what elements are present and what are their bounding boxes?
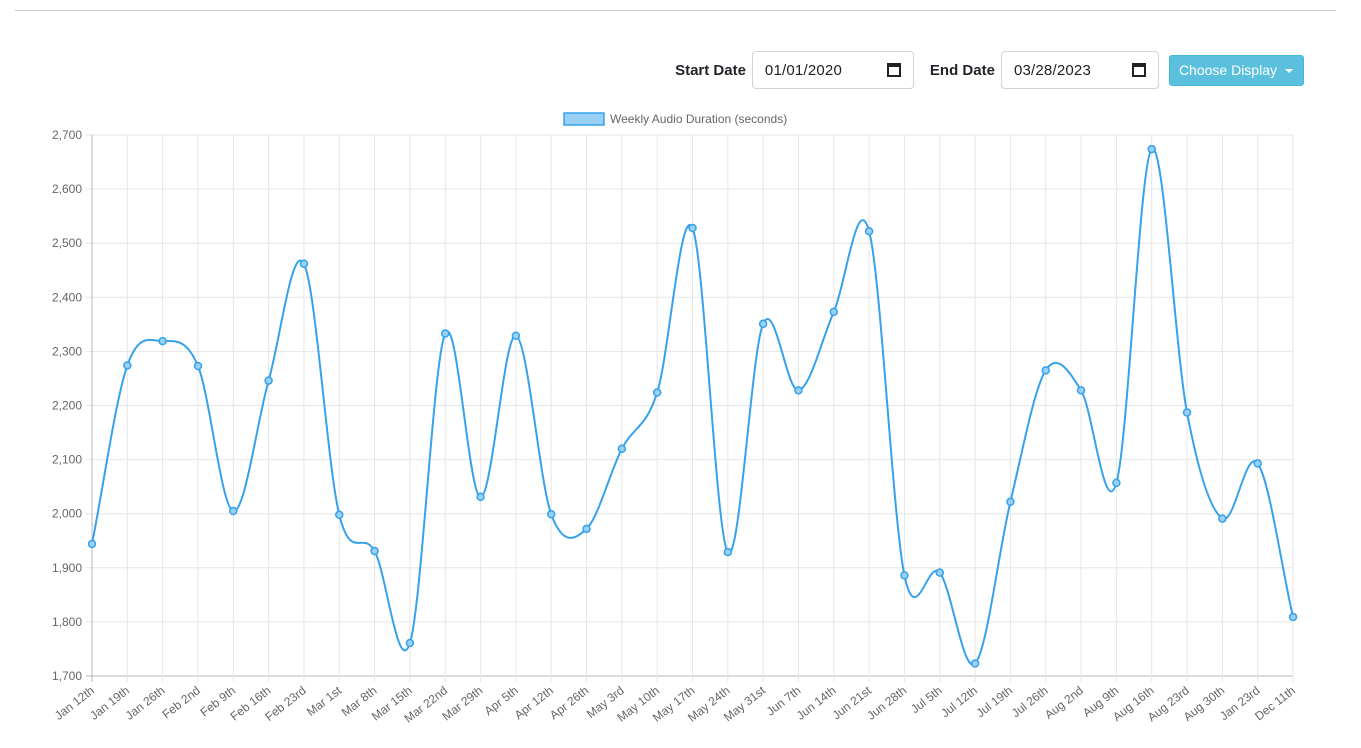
y-tick-label: 2,700 — [52, 128, 82, 142]
data-point[interactable] — [1041, 366, 1050, 375]
data-point[interactable] — [829, 307, 839, 317]
data-point[interactable] — [264, 376, 273, 385]
data-point[interactable] — [1112, 478, 1121, 488]
y-tick-label: 2,000 — [52, 507, 82, 521]
data-point[interactable] — [476, 492, 485, 502]
x-tick-label: Jul 12th — [938, 683, 980, 720]
y-tick-label: 2,500 — [52, 236, 82, 250]
y-tick-label: 1,800 — [52, 615, 82, 629]
x-tick-label: Jan 26th — [123, 683, 168, 722]
x-tick-label: Apr 12th — [512, 683, 556, 722]
y-tick-label: 2,600 — [52, 182, 82, 196]
x-tick-label: Dec 11th — [1252, 683, 1298, 723]
data-point[interactable] — [1182, 408, 1192, 417]
y-tick-label: 2,300 — [52, 344, 82, 358]
data-point[interactable] — [440, 329, 450, 338]
data-point[interactable] — [582, 524, 591, 534]
data-point[interactable] — [1147, 144, 1156, 154]
data-point[interactable] — [758, 319, 768, 329]
data-point[interactable] — [546, 509, 556, 519]
legend-label: Weekly Audio Duration (seconds) — [610, 112, 787, 126]
x-tick-label: Apr 26th — [547, 683, 591, 722]
data-point[interactable] — [299, 259, 309, 269]
data-point[interactable] — [652, 388, 662, 397]
x-tick-label: Jun 14th — [794, 683, 839, 722]
data-point[interactable] — [723, 547, 733, 557]
data-point[interactable] — [1253, 459, 1262, 468]
legend-swatch — [563, 112, 605, 126]
data-point[interactable] — [970, 659, 980, 668]
data-point[interactable] — [900, 571, 909, 580]
data-point[interactable] — [1288, 612, 1298, 622]
data-point[interactable] — [511, 331, 521, 340]
data-point[interactable] — [1006, 497, 1015, 507]
x-tick-label: Jul 19th — [974, 683, 1016, 720]
y-tick-label: 2,400 — [52, 290, 82, 304]
data-point[interactable] — [864, 227, 874, 236]
y-tick-label: 2,200 — [52, 399, 82, 413]
data-point[interactable] — [1076, 386, 1086, 395]
data-point[interactable] — [405, 638, 415, 648]
x-tick-label: Mar 29th — [439, 683, 485, 723]
data-point[interactable] — [158, 336, 167, 346]
data-point[interactable] — [1218, 514, 1227, 523]
data-point[interactable] — [123, 361, 132, 370]
x-tick-label: Mar 1st — [304, 683, 345, 719]
x-tick-label: Feb 2nd — [159, 683, 202, 721]
line-chart: 1,700 1,800 1,900 2,000 2,100 2,200 2,300 2,400… — [52, 112, 1298, 726]
data-point[interactable] — [370, 546, 379, 556]
y-tick-label: 2,100 — [52, 453, 82, 467]
data-point[interactable] — [935, 568, 945, 577]
x-tick-label: Jun 28th — [864, 683, 909, 722]
data-point[interactable] — [335, 510, 344, 520]
y-tick-label: 1,700 — [52, 669, 82, 683]
data-point[interactable] — [794, 386, 803, 395]
y-tick-label: 1,900 — [52, 561, 82, 575]
data-point[interactable] — [193, 361, 203, 371]
x-tick-label: Aug 2nd — [1042, 683, 1086, 722]
data-point[interactable] — [229, 506, 238, 516]
data-point[interactable] — [87, 539, 97, 549]
data-point[interactable] — [688, 223, 697, 233]
data-point[interactable] — [617, 444, 627, 454]
